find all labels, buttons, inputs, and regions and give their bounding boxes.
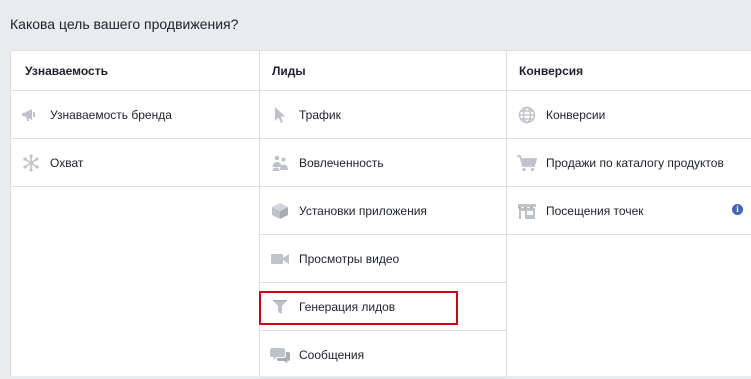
objective-messages[interactable]: Сообщения — [260, 331, 506, 379]
info-icon[interactable]: i — [732, 204, 743, 215]
objective-label: Охват — [50, 155, 84, 170]
objective-catalog-sales[interactable]: Продажи по каталогу продуктов — [507, 139, 751, 187]
page-title: Какова цель вашего продвижения? — [10, 16, 239, 32]
chat-bubbles-icon — [270, 345, 290, 365]
globe-icon — [517, 105, 537, 125]
column-conversion: Конверсия Конверсии Продажи по каталогу … — [506, 51, 751, 377]
people-icon — [270, 153, 290, 173]
column-awareness: Узнаваемость Узнаваемость бренда Охват — [11, 51, 259, 377]
shopping-cart-icon — [517, 153, 537, 173]
cursor-icon — [270, 105, 290, 125]
objective-label: Трафик — [299, 107, 341, 122]
objective-brand-awareness[interactable]: Узнаваемость бренда — [11, 91, 259, 139]
objective-traffic[interactable]: Трафик — [260, 91, 506, 139]
objective-engagement[interactable]: Вовлеченность — [260, 139, 506, 187]
objective-store-visits[interactable]: Посещения точек i — [507, 187, 751, 235]
funnel-icon — [270, 297, 290, 317]
box-icon — [270, 201, 290, 221]
objective-label: Вовлеченность — [299, 155, 384, 170]
megaphone-icon — [21, 105, 41, 125]
objective-conversions[interactable]: Конверсии — [507, 91, 751, 139]
objectives-panel: Узнаваемость Узнаваемость бренда Охват Л… — [10, 50, 751, 379]
objective-label: Установки приложения — [299, 203, 427, 218]
column-header-leads: Лиды — [260, 51, 506, 91]
column-header-awareness: Узнаваемость — [11, 51, 259, 91]
objective-lead-generation[interactable]: Генерация лидов — [260, 283, 506, 331]
column-leads: Лиды Трафик Вовлеченность Установки прил… — [259, 51, 506, 379]
objective-label: Конверсии — [546, 107, 606, 122]
column-header-conversion: Конверсия — [507, 51, 751, 91]
objective-label: Сообщения — [299, 347, 365, 362]
objective-reach[interactable]: Охват — [11, 139, 259, 187]
objective-label: Продажи по каталогу продуктов — [546, 155, 724, 170]
objective-app-installs[interactable]: Установки приложения — [260, 187, 506, 235]
store-icon — [517, 201, 537, 221]
objective-label: Узнаваемость бренда — [50, 107, 172, 122]
reach-snowflake-icon — [21, 153, 41, 173]
video-camera-icon — [270, 249, 290, 269]
objective-video-views[interactable]: Просмотры видео — [260, 235, 506, 283]
objective-label: Генерация лидов — [299, 299, 396, 314]
objective-label: Просмотры видео — [299, 251, 400, 266]
objective-label: Посещения точек — [546, 203, 644, 218]
